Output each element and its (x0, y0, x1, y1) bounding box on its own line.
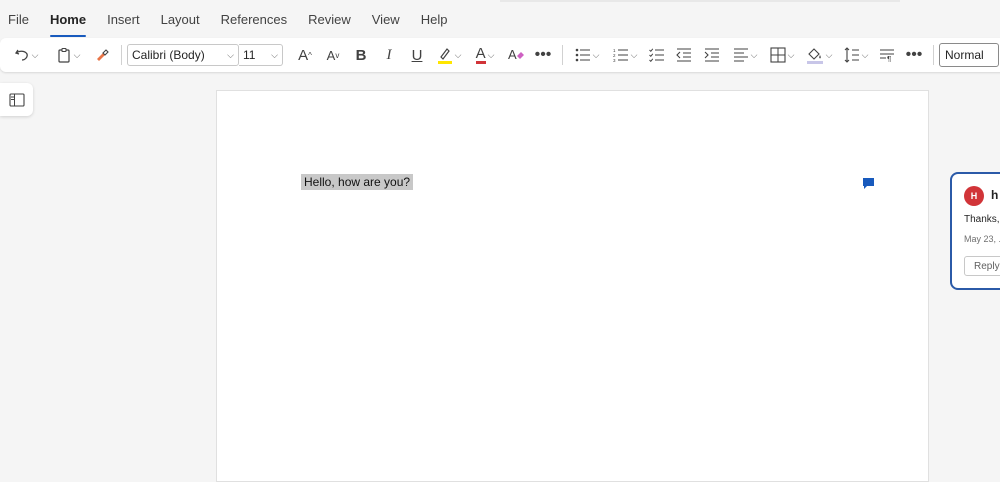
clipboard-icon (57, 47, 70, 63)
svg-text:A: A (508, 47, 517, 62)
separator (933, 45, 934, 65)
paste-button[interactable]: ⌵ (48, 42, 88, 68)
comment-icon (863, 178, 874, 189)
paragraph-icon: ¶ (880, 49, 894, 62)
font-name-value: Calibri (Body) (132, 48, 205, 62)
paint-bucket-icon (806, 48, 823, 64)
chevron-down-icon: ⌵ (787, 49, 795, 60)
shading-button[interactable]: ⌵ (800, 42, 838, 68)
underline-button[interactable]: U (403, 42, 431, 68)
line-spacing-icon (844, 47, 859, 63)
chevron-down-icon: ⌵ (750, 49, 758, 60)
format-painter-button[interactable] (88, 42, 116, 68)
avatar: H (964, 186, 984, 206)
tab-insert[interactable]: Insert (107, 8, 140, 31)
increase-indent-icon (704, 48, 719, 62)
font-color-button[interactable]: A ⌵ (467, 42, 503, 68)
comment-text: Thanks, (964, 214, 1000, 225)
navigation-pane-button[interactable] (0, 83, 33, 116)
more-paragraph-options-button[interactable]: ••• (900, 42, 928, 68)
chevron-down-icon: ⌵ (861, 49, 869, 60)
font-color-icon: A (475, 44, 486, 64)
chevron-down-icon: ⌵ (487, 49, 495, 60)
font-size-value: 11 (243, 48, 256, 62)
comment-card[interactable]: H h Thanks, May 23, ... Reply (950, 172, 1000, 290)
undo-button[interactable]: ⌵ (8, 42, 44, 68)
clear-formatting-icon: A (508, 47, 524, 62)
font-name-dropdown[interactable]: Calibri (Body) ⌵ (127, 44, 239, 66)
bold-button[interactable]: B (347, 42, 375, 68)
clear-formatting-button[interactable]: A (503, 42, 529, 68)
tab-layout[interactable]: Layout (161, 8, 200, 31)
reply-input[interactable]: Reply (964, 256, 1000, 276)
increase-indent-button[interactable] (698, 42, 726, 68)
borders-button[interactable]: ⌵ (764, 42, 800, 68)
shrink-font-icon: A (326, 47, 336, 63)
checklist-icon (649, 48, 664, 62)
grow-font-button[interactable]: A ^ (291, 42, 319, 68)
grow-font-icon: A (298, 46, 309, 64)
svg-text:3: 3 (613, 58, 616, 62)
ribbon-toolbar: ⌵ ⌵ Calibri (Body) ⌵ 11 ⌵ A ^ Av B I U ⌵ … (0, 38, 1000, 72)
chevron-down-icon: ⌵ (31, 49, 39, 60)
panel-icon (8, 92, 25, 107)
italic-button[interactable]: I (375, 42, 403, 68)
shrink-font-button[interactable]: Av (319, 42, 347, 68)
font-size-dropdown[interactable]: 11 ⌵ (239, 44, 283, 66)
tab-home[interactable]: Home (49, 8, 87, 37)
borders-icon (770, 47, 786, 63)
chevron-down-icon: ⌵ (630, 49, 638, 60)
tab-references[interactable]: References (221, 8, 287, 31)
numbering-button[interactable]: 123 ⌵ (606, 42, 644, 68)
highlight-button[interactable]: ⌵ (431, 42, 467, 68)
bullets-button[interactable]: ⌵ (568, 42, 606, 68)
more-icon: ••• (534, 46, 552, 63)
tab-file[interactable]: File (8, 8, 29, 31)
chevron-down-icon: ⌵ (454, 49, 462, 60)
separator (121, 45, 122, 65)
comment-author: h (991, 188, 999, 202)
chevron-down-icon: ⌵ (271, 49, 278, 60)
comment-marker-button[interactable] (862, 177, 875, 195)
format-painter-icon (97, 49, 109, 61)
tab-help[interactable]: Help (421, 8, 448, 31)
style-dropdown[interactable]: Normal (939, 43, 999, 67)
decrease-indent-icon (676, 48, 691, 62)
bullet-list-icon (575, 48, 590, 62)
menu-bar: File Home Insert Layout References Revie… (0, 0, 1000, 38)
more-icon: ••• (905, 46, 923, 63)
decrease-indent-button[interactable] (670, 42, 698, 68)
tab-review[interactable]: Review (308, 8, 351, 31)
line-spacing-button[interactable]: ⌵ (838, 42, 874, 68)
highlighter-icon (437, 48, 452, 64)
document-page[interactable]: Hello, how are you? (216, 90, 929, 482)
document-text-selected[interactable]: Hello, how are you? (301, 174, 414, 190)
numbered-list-icon: 123 (613, 48, 628, 62)
align-left-icon (733, 48, 748, 62)
checklist-button[interactable] (644, 42, 670, 68)
tab-view[interactable]: View (372, 8, 400, 31)
undo-icon (14, 49, 28, 61)
comment-date: May 23, ... (964, 234, 1000, 244)
chevron-down-icon: ⌵ (73, 49, 81, 60)
svg-text:¶: ¶ (887, 55, 891, 62)
chevron-down-icon: ⌵ (825, 49, 833, 60)
chevron-down-icon: ⌵ (592, 49, 600, 60)
align-button[interactable]: ⌵ (726, 42, 764, 68)
more-font-options-button[interactable]: ••• (529, 42, 557, 68)
separator (562, 45, 563, 65)
chevron-down-icon: ⌵ (227, 49, 234, 60)
style-value: Normal (945, 48, 984, 62)
paragraph-options-button[interactable]: ¶ (874, 42, 900, 68)
